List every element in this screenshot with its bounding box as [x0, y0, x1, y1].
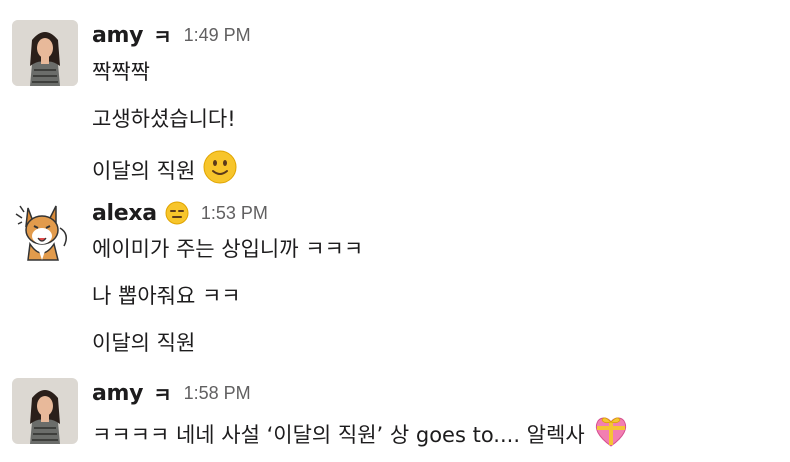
message-line: 에이미가 주는 상입니까 ㅋㅋㅋ	[92, 234, 363, 264]
message-group-amy-2: amy ㅋ 1:58 PM ㅋㅋㅋㅋ 네네 사설 ‘이달의 직원’ 상 goes…	[0, 370, 790, 462]
avatar[interactable]	[12, 378, 78, 444]
timestamp[interactable]: 1:58 PM	[184, 383, 251, 404]
message-line: ㅋㅋㅋㅋ 네네 사설 ‘이달의 직원’ 상 goes to.... 알렉사	[92, 414, 629, 456]
author-name[interactable]: alexa	[92, 201, 157, 226]
message-line: 나 뽑아줘요 ㅋㅋ	[92, 281, 241, 311]
message-text: 에이미가 주는 상입니까 ㅋㅋㅋ	[92, 237, 364, 261]
author-status-text: ㅋ	[153, 24, 172, 49]
message-text: ㅋㅋㅋㅋ 네네 사설 ‘이달의 직원’ 상 goes to.... 알렉사	[92, 423, 585, 447]
timestamp[interactable]: 1:49 PM	[184, 25, 251, 46]
message-text: 짝짝짝	[92, 60, 150, 84]
author-name[interactable]: amy	[92, 23, 144, 48]
message-line: 이달의 직원	[92, 150, 237, 192]
author-name[interactable]: amy	[92, 381, 144, 406]
message-text: 이달의 직원	[92, 159, 196, 183]
expressionless-face-icon	[165, 201, 189, 225]
message-text: 이달의 직원	[92, 331, 196, 355]
timestamp[interactable]: 1:53 PM	[201, 203, 268, 224]
message-line: 고생하셨습니다!	[92, 104, 236, 134]
author-status-text: ㅋ	[153, 382, 172, 407]
avatar[interactable]	[12, 198, 78, 264]
avatar[interactable]	[12, 20, 78, 86]
message-line: 이달의 직원	[92, 328, 195, 358]
message-text: 고생하셨습니다!	[92, 107, 236, 131]
message-group-amy-1: amy ㅋ 1:49 PM 짝짝짝 고생하셨습니다! 이달의 직원	[0, 0, 790, 190]
message-text: 나 뽑아줘요 ㅋㅋ	[92, 284, 241, 308]
gift-heart-icon	[593, 414, 629, 456]
slightly-smiling-face-icon	[203, 150, 237, 192]
message-group-alexa: alexa 1:53 PM 에이미가 주는 상입니까 ㅋㅋㅋ 나 뽑아줘요 ㅋㅋ…	[0, 190, 790, 360]
message-line: 짝짝짝	[92, 57, 150, 87]
